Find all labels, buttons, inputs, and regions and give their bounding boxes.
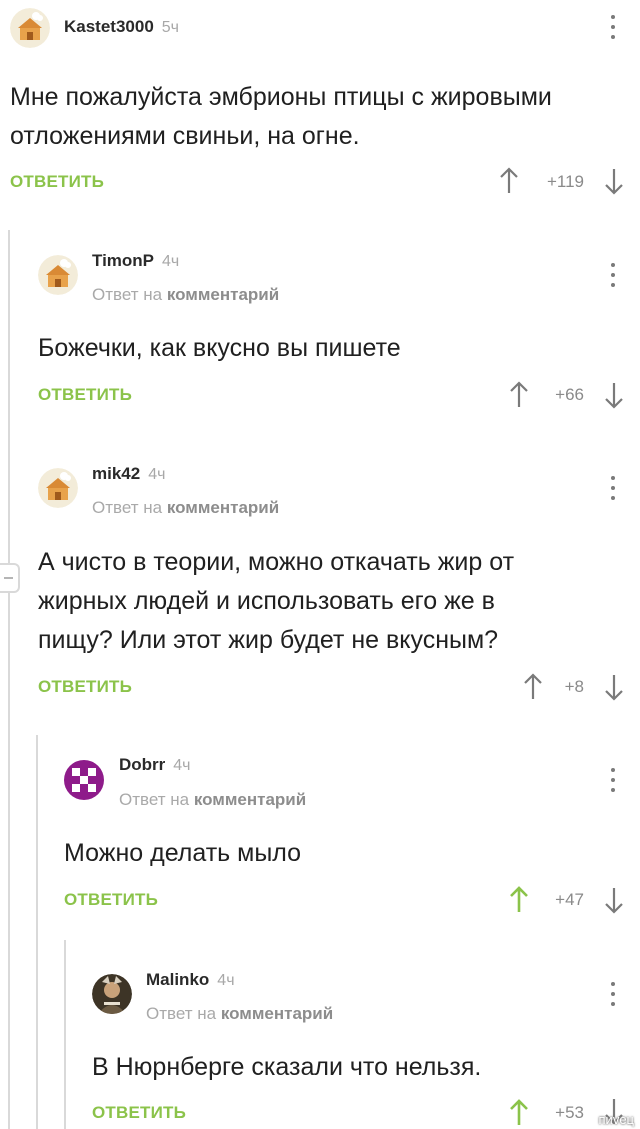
- collapse-thread-button[interactable]: [0, 563, 20, 593]
- author-name-text[interactable]: TimonP: [92, 251, 154, 270]
- reply-button[interactable]: ОТВЕТИТЬ: [38, 385, 132, 405]
- reply-to-line: Ответ на комментарий: [119, 790, 306, 810]
- comment-text: В Нюрнберге сказали что нельзя.: [92, 1048, 481, 1087]
- reply-to-link[interactable]: комментарий: [167, 285, 279, 304]
- avatar[interactable]: [64, 760, 104, 800]
- reply-button[interactable]: ОТВЕТИТЬ: [10, 172, 104, 192]
- author-name-text[interactable]: Malinko: [146, 970, 209, 989]
- reply-to-link[interactable]: комментарий: [194, 790, 306, 809]
- house-avatar-icon: [38, 255, 78, 295]
- comment-text: Можно делать мыло: [64, 834, 301, 873]
- avatar[interactable]: [38, 255, 78, 295]
- avatar[interactable]: [38, 468, 78, 508]
- comment-line: А чисто в теории, можно откачать жир от: [38, 548, 515, 576]
- house-avatar-icon: [38, 468, 78, 508]
- comment-line: Можно делать мыло: [64, 839, 302, 867]
- comment-time: 4ч: [217, 972, 235, 989]
- thread-line: [8, 230, 10, 1129]
- author-name-text[interactable]: Kastet3000: [64, 17, 154, 36]
- author-name-text[interactable]: Dobrr: [119, 755, 165, 774]
- comment-time: 4ч: [148, 466, 166, 483]
- rating-value: +119: [546, 172, 584, 191]
- watermark: пиvец: [598, 1112, 634, 1127]
- reply-to-link[interactable]: комментарий: [221, 1004, 333, 1023]
- author-name[interactable]: Kastet3000 5ч: [64, 17, 179, 37]
- downvote-arrow-icon[interactable]: [603, 166, 625, 196]
- comment-line: отложениями свиньи, на огне.: [10, 122, 360, 150]
- purple-pixel-avatar-icon: [64, 760, 104, 800]
- house-avatar-icon: [10, 8, 50, 48]
- avatar[interactable]: [10, 8, 50, 48]
- author-name[interactable]: Dobrr 4ч: [119, 755, 191, 775]
- rating-value: +8: [564, 677, 584, 696]
- rating-value: +47: [555, 890, 584, 909]
- more-menu-icon[interactable]: [603, 979, 623, 1009]
- thread-line: [36, 735, 38, 1129]
- reply-button[interactable]: ОТВЕТИТЬ: [92, 1103, 186, 1123]
- reply-button[interactable]: ОТВЕТИТЬ: [38, 677, 132, 697]
- comment-text: Мне пожалуйста эмбрионы птицы с жировыми…: [10, 78, 552, 156]
- more-menu-icon[interactable]: [603, 260, 623, 290]
- comment-line: Божечки, как вкусно вы пишете: [38, 334, 401, 362]
- comment-time: 4ч: [162, 253, 180, 270]
- reply-to-prefix: Ответ на: [146, 1004, 217, 1023]
- author-name[interactable]: TimonP 4ч: [92, 251, 179, 271]
- comment-line: жирных людей и использовать его же в: [38, 587, 495, 615]
- downvote-arrow-icon[interactable]: [603, 380, 625, 410]
- comment-text: А чисто в теории, можно откачать жир от …: [38, 543, 514, 660]
- reply-to-prefix: Ответ на: [119, 790, 190, 809]
- downvote-arrow-icon[interactable]: [603, 672, 625, 702]
- more-menu-icon[interactable]: [603, 765, 623, 795]
- comment-time: 5ч: [161, 19, 180, 36]
- author-name-text[interactable]: mik42: [92, 464, 140, 483]
- comment-text: Божечки, как вкусно вы пишете: [38, 329, 401, 368]
- reply-to-prefix: Ответ на: [92, 498, 163, 517]
- reply-to-prefix: Ответ на: [92, 285, 163, 304]
- author-name[interactable]: Malinko 4ч: [146, 970, 235, 990]
- avatar[interactable]: [92, 974, 132, 1014]
- reply-to-line: Ответ на комментарий: [146, 1004, 333, 1024]
- author-name[interactable]: mik42 4ч: [92, 464, 165, 484]
- comment-line: Мне пожалуйста эмбрионы птицы с жировыми: [10, 83, 552, 111]
- more-menu-icon[interactable]: [603, 473, 623, 503]
- reply-button[interactable]: ОТВЕТИТЬ: [64, 890, 158, 910]
- more-menu-icon[interactable]: [603, 12, 623, 42]
- rating-value: +66: [555, 385, 584, 404]
- downvote-arrow-icon[interactable]: [603, 885, 625, 915]
- upvote-arrow-icon[interactable]: [498, 166, 520, 196]
- comment-time: 4ч: [173, 757, 191, 774]
- comment-line: В Нюрнберге сказали что нельзя.: [92, 1053, 482, 1081]
- reply-to-line: Ответ на комментарий: [92, 498, 279, 518]
- photo-avatar-icon: [92, 974, 132, 1014]
- thread-line: [64, 940, 66, 1129]
- reply-to-link[interactable]: комментарий: [167, 498, 279, 517]
- rating-value: +53: [555, 1103, 584, 1122]
- reply-to-line: Ответ на комментарий: [92, 285, 279, 305]
- comment-line: пищу? Или этот жир будет не вкусным?: [38, 626, 499, 654]
